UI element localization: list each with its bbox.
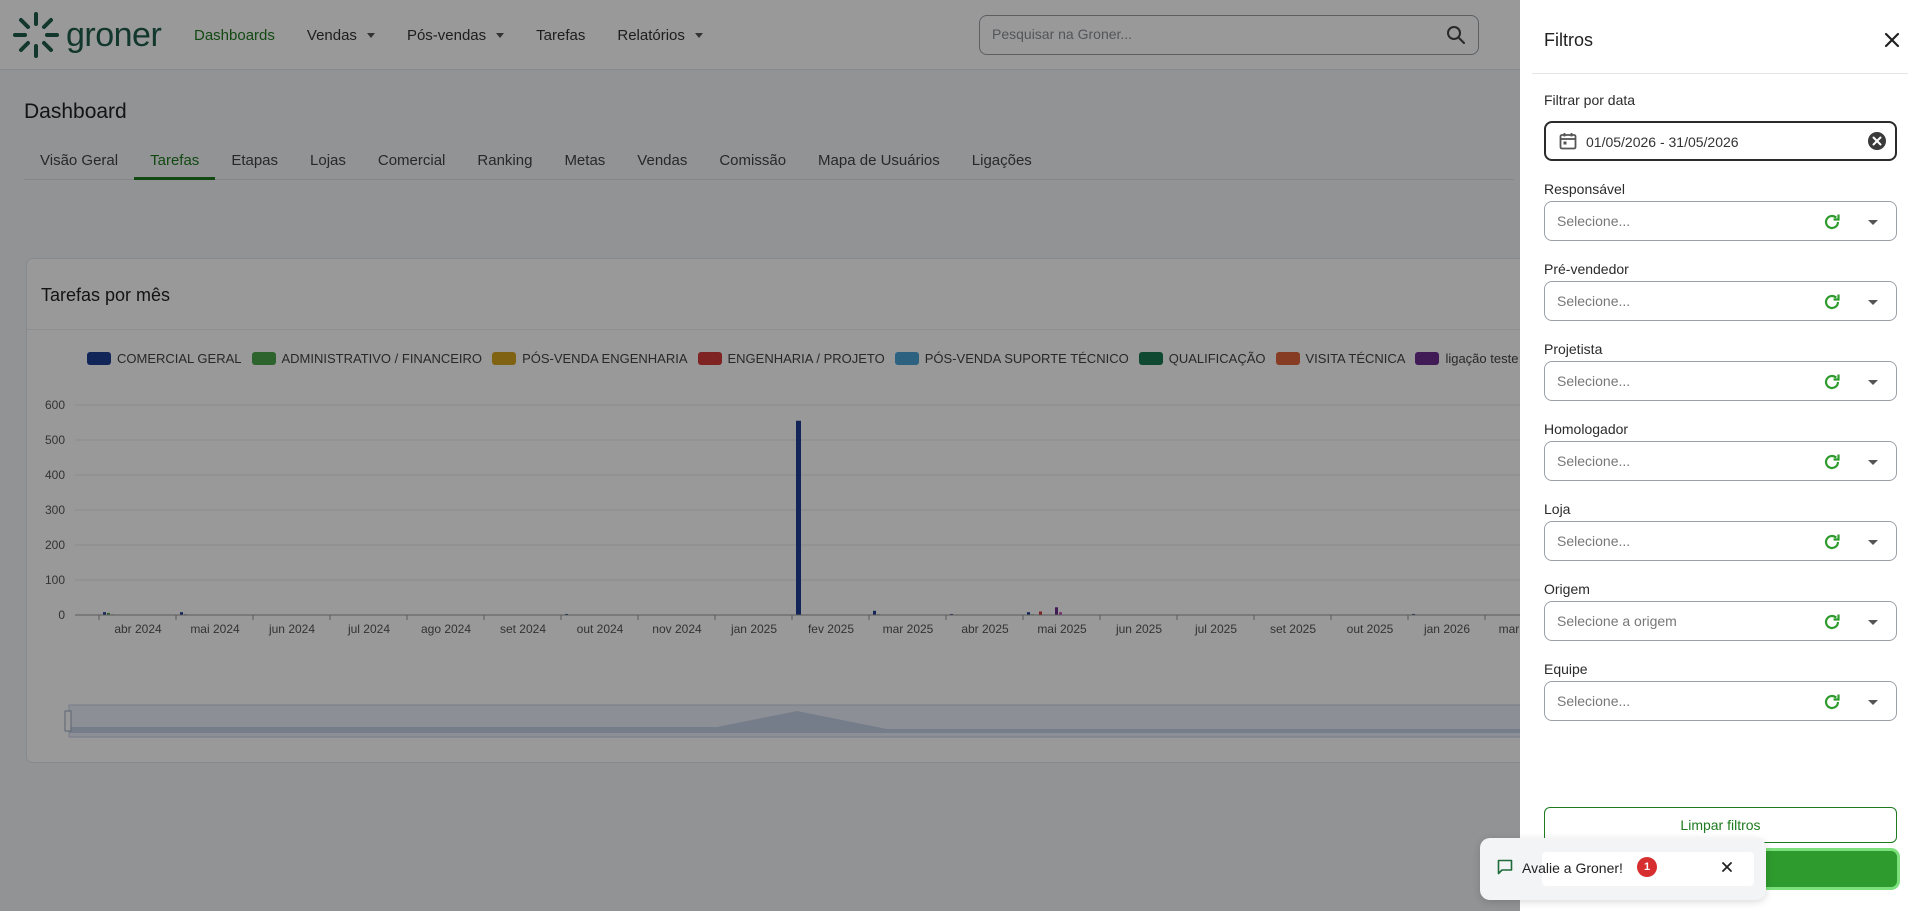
chevron-down-icon[interactable]	[1868, 540, 1878, 545]
date-range-input[interactable]: 01/05/2026 - 31/05/2026	[1544, 121, 1897, 161]
clear-date-icon[interactable]	[1867, 131, 1887, 151]
refresh-icon[interactable]	[1822, 612, 1842, 632]
chevron-down-icon[interactable]	[1868, 460, 1878, 465]
chevron-down-icon[interactable]	[1868, 380, 1878, 385]
calendar-icon	[1559, 133, 1577, 150]
refresh-icon[interactable]	[1822, 292, 1842, 312]
origem-select[interactable]: Selecione a origem	[1544, 601, 1897, 641]
refresh-icon[interactable]	[1822, 372, 1842, 392]
responsavel-label: Responsável	[1544, 181, 1625, 197]
chevron-down-icon[interactable]	[1868, 220, 1878, 225]
drawer-title: Filtros	[1544, 30, 1593, 50]
date-range-value: 01/05/2026 - 31/05/2026	[1586, 134, 1739, 150]
chat-icon	[1497, 859, 1513, 875]
refresh-icon[interactable]	[1822, 532, 1842, 552]
equipe-label: Equipe	[1544, 661, 1588, 677]
chevron-down-icon[interactable]	[1868, 300, 1878, 305]
close-icon[interactable]	[1720, 860, 1734, 874]
refresh-icon[interactable]	[1822, 452, 1842, 472]
close-drawer-button[interactable]	[1880, 28, 1904, 52]
date-filter-label: Filtrar por data	[1544, 92, 1636, 108]
projetista-select[interactable]: Selecione...	[1544, 361, 1897, 401]
select-placeholder: Selecione...	[1557, 213, 1631, 229]
select-placeholder: Selecione...	[1557, 533, 1631, 549]
pre-vendedor-select[interactable]: Selecione...	[1544, 281, 1897, 321]
select-placeholder: Selecione...	[1557, 293, 1631, 309]
select-placeholder: Selecione...	[1557, 693, 1631, 709]
chevron-down-icon[interactable]	[1868, 620, 1878, 625]
toast-label: Avalie a Groner!	[1522, 860, 1623, 876]
homologador-select[interactable]: Selecione...	[1544, 441, 1897, 481]
refresh-icon[interactable]	[1822, 692, 1842, 712]
refresh-icon[interactable]	[1822, 212, 1842, 232]
feedback-toast[interactable]: Avalie a Groner! 1	[1480, 838, 1766, 900]
filters-drawer: Filtros Filtrar por data 01/05/2026 - 31…	[1520, 0, 1920, 911]
notification-badge: 1	[1637, 857, 1657, 877]
homologador-label: Homologador	[1544, 421, 1629, 437]
pre-vendedor-label: Pré-vendedor	[1544, 261, 1629, 277]
divider	[1532, 73, 1908, 74]
loja-label: Loja	[1544, 501, 1571, 517]
close-icon	[1884, 32, 1900, 48]
loja-select[interactable]: Selecione...	[1544, 521, 1897, 561]
responsavel-select[interactable]: Selecione...	[1544, 201, 1897, 241]
select-placeholder: Selecione...	[1557, 373, 1631, 389]
equipe-select[interactable]: Selecione...	[1544, 681, 1897, 721]
select-placeholder: Selecione...	[1557, 453, 1631, 469]
chevron-down-icon[interactable]	[1868, 700, 1878, 705]
select-placeholder: Selecione a origem	[1557, 613, 1677, 629]
projetista-label: Projetista	[1544, 341, 1603, 357]
origem-label: Origem	[1544, 581, 1590, 597]
